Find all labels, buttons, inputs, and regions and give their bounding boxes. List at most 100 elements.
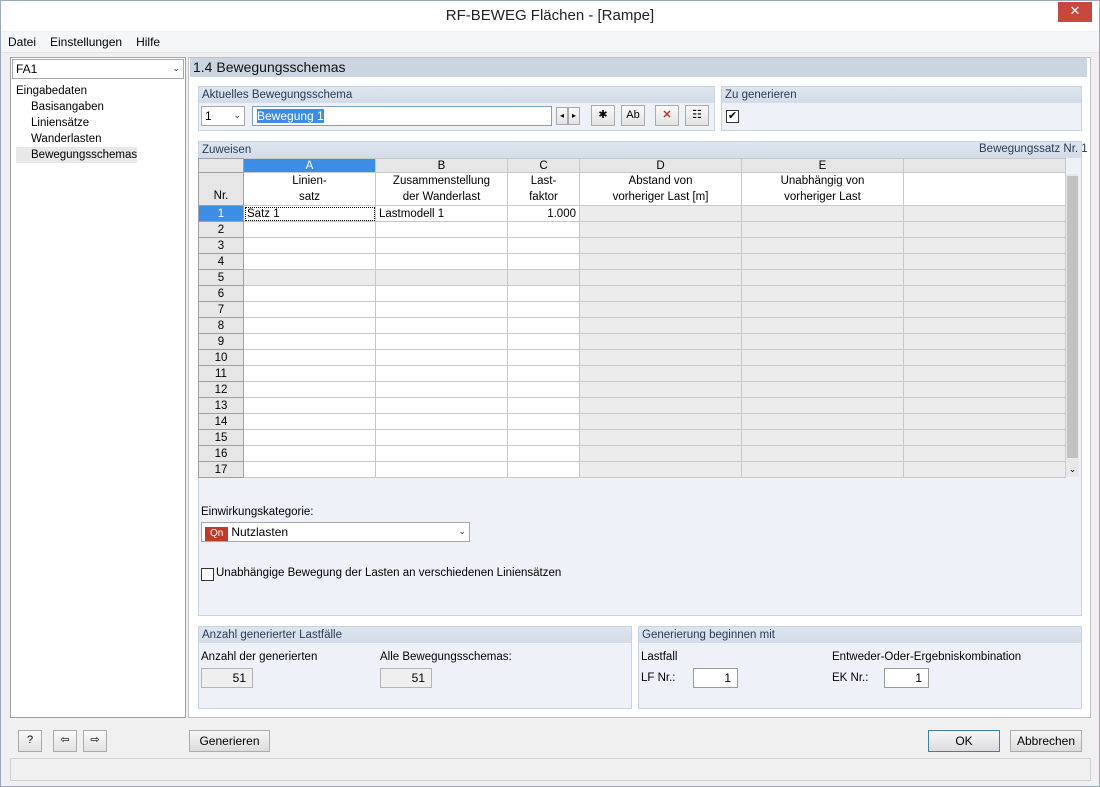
- cell-empty[interactable]: [903, 237, 1066, 254]
- cell-unabhaengig[interactable]: [741, 221, 904, 238]
- col-header-c[interactable]: C: [507, 158, 580, 173]
- export-icon[interactable]: ⇨: [83, 730, 107, 752]
- cell-unabhaengig[interactable]: [741, 461, 904, 478]
- col-header-a[interactable]: A: [243, 158, 376, 173]
- generate-button[interactable]: Generieren: [189, 730, 270, 752]
- cell-linienzatz[interactable]: [243, 429, 376, 446]
- cell-linienzatz[interactable]: [243, 461, 376, 478]
- delete-schema-icon[interactable]: ✕: [655, 105, 679, 126]
- schema-name-field[interactable]: Bewegung 1: [252, 106, 552, 126]
- cell-wanderlast[interactable]: [375, 381, 508, 398]
- cell-unabhaengig[interactable]: [741, 237, 904, 254]
- cell-wanderlast[interactable]: [375, 269, 508, 286]
- cell-unabhaengig[interactable]: [741, 205, 904, 222]
- cell-empty[interactable]: [903, 429, 1066, 446]
- cell-wanderlast[interactable]: [375, 429, 508, 446]
- cell-linienzatz[interactable]: Satz 1: [243, 205, 376, 222]
- cell-wanderlast[interactable]: [375, 365, 508, 382]
- cell-abstand[interactable]: [579, 333, 742, 350]
- cell-unabhaengig[interactable]: [741, 445, 904, 462]
- cell-linienzatz[interactable]: [243, 365, 376, 382]
- cell-wanderlast[interactable]: [375, 221, 508, 238]
- cell-wanderlast[interactable]: [375, 445, 508, 462]
- cell-unabhaengig[interactable]: [741, 253, 904, 270]
- cell-abstand[interactable]: [579, 429, 742, 446]
- generate-checkbox[interactable]: ✔: [726, 110, 739, 123]
- cell-wanderlast[interactable]: [375, 253, 508, 270]
- cell-abstand[interactable]: [579, 269, 742, 286]
- cell-linienzatz[interactable]: [243, 445, 376, 462]
- cell-unabhaengig[interactable]: [741, 285, 904, 302]
- cell-empty[interactable]: [903, 205, 1066, 222]
- cell-lastfaktor[interactable]: [507, 333, 580, 350]
- cell-unabhaengig[interactable]: [741, 301, 904, 318]
- cell-unabhaengig[interactable]: [741, 333, 904, 350]
- cell-lastfaktor[interactable]: [507, 285, 580, 302]
- col-header-d[interactable]: D: [579, 158, 742, 173]
- chevron-down-icon[interactable]: ⌄: [1067, 464, 1078, 475]
- table-scrollbar[interactable]: ⌄: [1065, 174, 1079, 477]
- cell-linienzatz[interactable]: [243, 333, 376, 350]
- cell-empty[interactable]: [903, 285, 1066, 302]
- cell-lastfaktor[interactable]: [507, 445, 580, 462]
- cell-unabhaengig[interactable]: [741, 413, 904, 430]
- cell-abstand[interactable]: [579, 381, 742, 398]
- cell-empty[interactable]: [903, 221, 1066, 238]
- cell-empty[interactable]: [903, 301, 1066, 318]
- case-select[interactable]: FA1 ⌄: [12, 59, 184, 79]
- cell-linienzatz[interactable]: [243, 381, 376, 398]
- import-icon[interactable]: ⇦: [53, 730, 77, 752]
- cell-empty[interactable]: [903, 381, 1066, 398]
- cell-wanderlast[interactable]: [375, 317, 508, 334]
- cell-unabhaengig[interactable]: [741, 397, 904, 414]
- cell-unabhaengig[interactable]: [741, 317, 904, 334]
- cell-abstand[interactable]: [579, 317, 742, 334]
- cell-lastfaktor[interactable]: [507, 365, 580, 382]
- cell-linienzatz[interactable]: [243, 317, 376, 334]
- cell-linienzatz[interactable]: [243, 349, 376, 366]
- cell-abstand[interactable]: [579, 285, 742, 302]
- action-category-select[interactable]: Qn Nutzlasten ⌄: [201, 522, 470, 542]
- cell-empty[interactable]: [903, 445, 1066, 462]
- cell-linienzatz[interactable]: [243, 221, 376, 238]
- menu-hilfe[interactable]: Hilfe: [129, 32, 167, 52]
- ek-number-field[interactable]: 1: [884, 668, 929, 688]
- cell-empty[interactable]: [903, 317, 1066, 334]
- cell-linienzatz[interactable]: [243, 413, 376, 430]
- cell-abstand[interactable]: [579, 237, 742, 254]
- cell-unabhaengig[interactable]: [741, 269, 904, 286]
- prev-arrow-icon[interactable]: ◂: [556, 107, 568, 125]
- tree-item-basisangaben[interactable]: Basisangaben: [16, 99, 137, 115]
- cell-unabhaengig[interactable]: [741, 349, 904, 366]
- col-header-b[interactable]: B: [375, 158, 508, 173]
- cell-wanderlast[interactable]: Lastmodell 1: [375, 205, 508, 222]
- cell-wanderlast[interactable]: [375, 285, 508, 302]
- cell-wanderlast[interactable]: [375, 237, 508, 254]
- cell-wanderlast[interactable]: [375, 349, 508, 366]
- cell-linienzatz[interactable]: [243, 285, 376, 302]
- menu-einstellungen[interactable]: Einstellungen: [43, 32, 129, 52]
- cell-lastfaktor[interactable]: [507, 349, 580, 366]
- cell-lastfaktor[interactable]: [507, 317, 580, 334]
- cell-abstand[interactable]: [579, 397, 742, 414]
- cell-abstand[interactable]: [579, 253, 742, 270]
- cell-abstand[interactable]: [579, 205, 742, 222]
- tree-item-eingabedaten[interactable]: Eingabedaten: [16, 83, 137, 99]
- cell-lastfaktor[interactable]: [507, 461, 580, 478]
- cell-empty[interactable]: [903, 253, 1066, 270]
- cell-empty[interactable]: [903, 461, 1066, 478]
- menu-datei[interactable]: Datei: [1, 32, 43, 52]
- cell-wanderlast[interactable]: [375, 397, 508, 414]
- cell-lastfaktor[interactable]: [507, 397, 580, 414]
- cell-lastfaktor[interactable]: [507, 381, 580, 398]
- cell-lastfaktor[interactable]: [507, 429, 580, 446]
- help-icon[interactable]: ?: [18, 730, 42, 752]
- cell-unabhaengig[interactable]: [741, 365, 904, 382]
- cell-abstand[interactable]: [579, 413, 742, 430]
- cell-abstand[interactable]: [579, 461, 742, 478]
- next-arrow-icon[interactable]: ▸: [568, 107, 580, 125]
- cell-linienzatz[interactable]: [243, 253, 376, 270]
- cell-linienzatz[interactable]: [243, 301, 376, 318]
- cell-abstand[interactable]: [579, 365, 742, 382]
- cell-lastfaktor[interactable]: [507, 301, 580, 318]
